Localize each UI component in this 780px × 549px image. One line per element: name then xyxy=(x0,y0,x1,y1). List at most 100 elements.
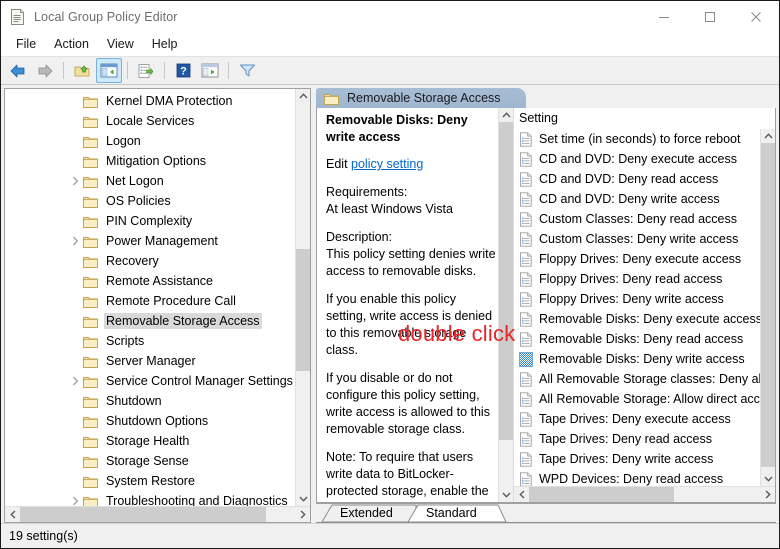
policy-setting-icon xyxy=(519,291,533,307)
menu-action[interactable]: Action xyxy=(45,35,98,53)
settings-list-scroll-thumb[interactable] xyxy=(761,143,775,467)
tree-item[interactable]: Shutdown Options xyxy=(5,411,297,431)
tree-item[interactable]: Logon xyxy=(5,131,297,151)
settings-list-item[interactable]: All Removable Storage: Allow direct acc xyxy=(514,389,761,409)
settings-list-item[interactable]: WPD Devices: Deny read access xyxy=(514,469,761,486)
extended-help-pane: Removable Disks: Deny write access Edit … xyxy=(317,108,513,502)
tree-item[interactable]: Storage Health xyxy=(5,431,297,451)
tree-item[interactable]: Remote Assistance xyxy=(5,271,297,291)
settings-list-item[interactable]: Removable Disks: Deny execute access xyxy=(514,309,762,329)
up-one-level-icon[interactable] xyxy=(69,58,95,83)
tree-item[interactable]: OS Policies xyxy=(5,191,297,211)
scroll-down-icon[interactable] xyxy=(761,472,775,486)
settings-list-item[interactable]: Tape Drives: Deny read access xyxy=(514,429,761,449)
export-list-icon[interactable] xyxy=(133,58,159,83)
settings-list-item[interactable]: CD and DVD: Deny write access xyxy=(514,189,761,209)
settings-list-item-label: CD and DVD: Deny write access xyxy=(539,192,720,206)
console-tree-scroll-track[interactable] xyxy=(296,103,310,492)
settings-list-item[interactable]: Custom Classes: Deny write access xyxy=(514,229,761,249)
tree-item-label: Power Management xyxy=(106,234,218,248)
view-tab-extended[interactable]: Extended xyxy=(340,506,393,520)
tree-item[interactable]: Removable Storage Access xyxy=(5,311,297,331)
tree-item[interactable]: Kernel DMA Protection xyxy=(5,91,297,111)
close-button[interactable] xyxy=(733,1,779,32)
window-controls xyxy=(641,1,779,32)
scroll-up-icon[interactable] xyxy=(761,129,775,143)
settings-list-item[interactable]: Tape Drives: Deny execute access xyxy=(514,409,761,429)
scroll-down-icon[interactable] xyxy=(499,488,513,502)
scroll-up-icon[interactable] xyxy=(499,108,513,122)
menu-view[interactable]: View xyxy=(98,35,143,53)
settings-list-scroll-track[interactable] xyxy=(761,143,775,472)
extended-help-scroll-track[interactable] xyxy=(499,122,513,488)
view-tab-standard[interactable]: Standard xyxy=(426,506,477,520)
scroll-right-icon[interactable] xyxy=(760,487,775,502)
tree-item[interactable]: Service Control Manager Settings xyxy=(5,371,297,391)
settings-list-item[interactable]: Floppy Drives: Deny execute access xyxy=(514,249,761,269)
settings-list-item[interactable]: Tape Drives: Deny write access xyxy=(514,449,761,469)
tree-item-label: Mitigation Options xyxy=(106,154,207,168)
tree-item[interactable]: System Restore xyxy=(5,471,297,491)
tree-item[interactable]: Recovery xyxy=(5,251,297,271)
console-tree-vertical-scrollbar[interactable] xyxy=(295,89,310,506)
tree-item[interactable]: Net Logon xyxy=(5,171,297,191)
chevron-right-icon[interactable] xyxy=(67,371,83,391)
show-action-pane-icon[interactable] xyxy=(197,58,223,83)
tree-item[interactable]: Troubleshooting and Diagnostics xyxy=(5,491,297,506)
tree-item[interactable]: Shutdown xyxy=(5,391,297,411)
settings-list-item[interactable]: Removable Disks: Deny write access xyxy=(514,349,761,369)
result-pane-tab[interactable]: Removable Storage Access xyxy=(316,88,526,108)
tree-item[interactable]: Power Management xyxy=(5,231,297,251)
chevron-right-icon[interactable] xyxy=(67,231,83,251)
settings-list-item[interactable]: Set time (in seconds) to force reboot xyxy=(514,129,761,149)
extended-help-vertical-scrollbar[interactable] xyxy=(498,108,513,502)
tree-item[interactable]: Mitigation Options xyxy=(5,151,297,171)
tree-item[interactable]: Locale Services xyxy=(5,111,297,131)
scroll-left-icon[interactable] xyxy=(514,487,529,502)
tree-expander-placeholder xyxy=(67,351,83,371)
policy-setting-icon xyxy=(519,171,533,187)
menu-file[interactable]: File xyxy=(7,35,45,53)
toolbar-separator xyxy=(127,62,128,79)
settings-list-item[interactable]: Custom Classes: Deny read access xyxy=(514,209,761,229)
show-hide-console-tree-icon[interactable] xyxy=(96,58,122,83)
settings-list-item[interactable]: Floppy Drives: Deny write access xyxy=(514,289,761,309)
settings-list-hscroll-thumb[interactable] xyxy=(529,487,674,502)
tree-item[interactable]: Server Manager xyxy=(5,351,297,371)
tree-item[interactable]: Scripts xyxy=(5,331,297,351)
extended-help-scroll-thumb[interactable] xyxy=(499,122,513,440)
menu-help[interactable]: Help xyxy=(143,35,187,53)
settings-list-item-label: Floppy Drives: Deny execute access xyxy=(539,252,742,266)
chevron-right-icon[interactable] xyxy=(67,171,83,191)
policy-setting-icon xyxy=(519,311,533,327)
back-icon[interactable] xyxy=(5,58,31,83)
console-tree-hscroll-thumb[interactable] xyxy=(20,507,266,522)
maximize-button[interactable] xyxy=(687,1,733,32)
scroll-down-icon[interactable] xyxy=(296,492,310,506)
settings-list-hscroll-track[interactable] xyxy=(529,487,760,502)
tree-expander-placeholder xyxy=(67,471,83,491)
help-icon[interactable]: ? xyxy=(170,58,196,83)
scroll-left-icon[interactable] xyxy=(5,507,20,522)
settings-list-item[interactable]: Removable Disks: Deny read access xyxy=(514,329,761,349)
policy-setting-link[interactable]: policy setting xyxy=(351,157,423,171)
scroll-right-icon[interactable] xyxy=(295,507,310,522)
tree-item[interactable]: PIN Complexity xyxy=(5,211,297,231)
settings-list-item[interactable]: CD and DVD: Deny execute access xyxy=(514,149,761,169)
console-tree-hscroll-track[interactable] xyxy=(20,507,295,522)
chevron-right-icon[interactable] xyxy=(67,491,83,506)
minimize-button[interactable] xyxy=(641,1,687,32)
filter-icon[interactable] xyxy=(234,58,260,83)
console-tree-horizontal-scrollbar[interactable] xyxy=(5,506,310,522)
settings-list-item[interactable]: All Removable Storage classes: Deny all xyxy=(514,369,764,389)
settings-list-horizontal-scrollbar[interactable] xyxy=(514,486,775,502)
settings-list-vertical-scrollbar[interactable] xyxy=(760,129,775,486)
settings-column-header[interactable]: Setting xyxy=(514,108,775,129)
settings-list-item[interactable]: CD and DVD: Deny read access xyxy=(514,169,761,189)
tree-item[interactable]: Storage Sense xyxy=(5,451,297,471)
scroll-up-icon[interactable] xyxy=(296,89,310,103)
console-tree-scroll-thumb[interactable] xyxy=(296,249,310,371)
tree-item[interactable]: Remote Procedure Call xyxy=(5,291,297,311)
forward-icon[interactable] xyxy=(32,58,58,83)
settings-list-item[interactable]: Floppy Drives: Deny read access xyxy=(514,269,761,289)
